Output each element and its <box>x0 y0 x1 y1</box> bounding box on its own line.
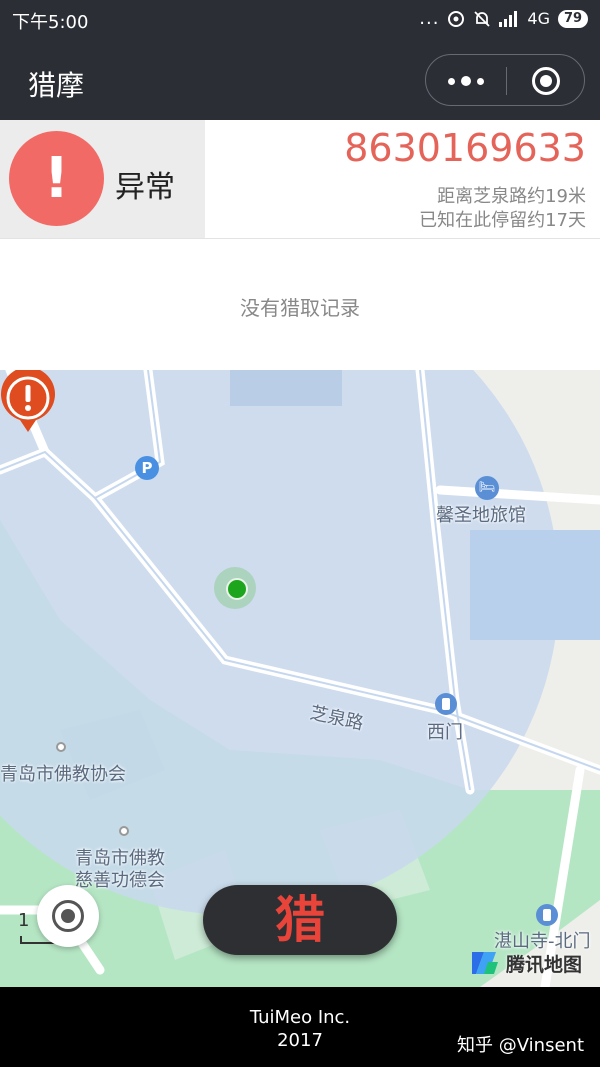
status-label: 异常 <box>115 170 175 205</box>
map-label-hotel[interactable]: 馨圣地旅馆 <box>436 501 526 527</box>
empty-record-text: 没有猎取记录 <box>240 296 360 320</box>
exclamation-icon: ! <box>9 131 104 226</box>
poi-dot <box>119 826 129 836</box>
distance-text: 距离芝泉路约19米 <box>437 186 586 207</box>
hotel-icon[interactable]: 🛏 <box>475 476 499 500</box>
status-bar: 下午5:00 ... 4G 79 <box>0 0 600 40</box>
signal-icon <box>499 10 518 27</box>
top-bar: 下午5:00 ... 4G 79 猎摩 <box>0 0 600 120</box>
tencent-map-logo-icon <box>472 952 498 974</box>
network-type: 4G <box>527 9 550 28</box>
map-label-charity-2[interactable]: 慈善功德会 <box>75 866 165 892</box>
stay-text: 已知在此停留约17天 <box>419 210 586 231</box>
footer: TuiMeo Inc. 2017 知乎 @Vinsent <box>0 987 600 1067</box>
footer-company: TuiMeo Inc. <box>249 1007 351 1028</box>
map-label-assoc[interactable]: 青岛市佛教协会 <box>0 760 126 786</box>
map-view[interactable]: P 🛏 馨圣地旅馆 芝泉路 西门 青岛市佛教协会 青岛市佛教 慈善功德会 湛山寺… <box>0 370 600 987</box>
page-title: 猎摩 <box>28 69 85 102</box>
hunt-button[interactable]: 猎 <box>203 885 397 955</box>
map-brand-name: 腾讯地图 <box>506 953 583 976</box>
map-label-gate[interactable]: 西门 <box>427 718 463 744</box>
footer-watermark: 知乎 @Vinsent <box>457 1035 584 1056</box>
mini-program-capsule <box>425 54 585 106</box>
capsule-divider <box>506 67 507 95</box>
hotspot-icon <box>448 10 465 27</box>
poi-dot <box>56 742 66 752</box>
user-location-dot <box>214 567 256 609</box>
status-icons: ... 4G 79 <box>419 8 588 29</box>
divider <box>0 238 600 239</box>
alert-status-box: ! 异常 <box>0 120 205 238</box>
mute-bell-icon <box>474 10 491 27</box>
more-dots-icon[interactable] <box>426 55 506 107</box>
map-brand: 腾讯地图 <box>470 948 582 978</box>
target-close-icon[interactable] <box>532 67 560 95</box>
status-dots: ... <box>419 8 440 29</box>
gate-icon[interactable] <box>435 693 457 715</box>
status-time: 下午5:00 <box>12 12 89 33</box>
locate-button[interactable] <box>37 885 99 947</box>
device-id: 8630169633 <box>344 126 586 170</box>
alert-location-pin-icon[interactable] <box>0 370 56 434</box>
parking-icon[interactable]: P <box>135 456 159 480</box>
temple-gate-icon[interactable] <box>536 904 558 926</box>
device-panel: ! 异常 8630169633 距离芝泉路约19米 已知在此停留约17天 没有猎… <box>0 120 600 370</box>
battery-icon: 79 <box>558 9 588 28</box>
map-scale-label: 1 <box>18 910 30 931</box>
